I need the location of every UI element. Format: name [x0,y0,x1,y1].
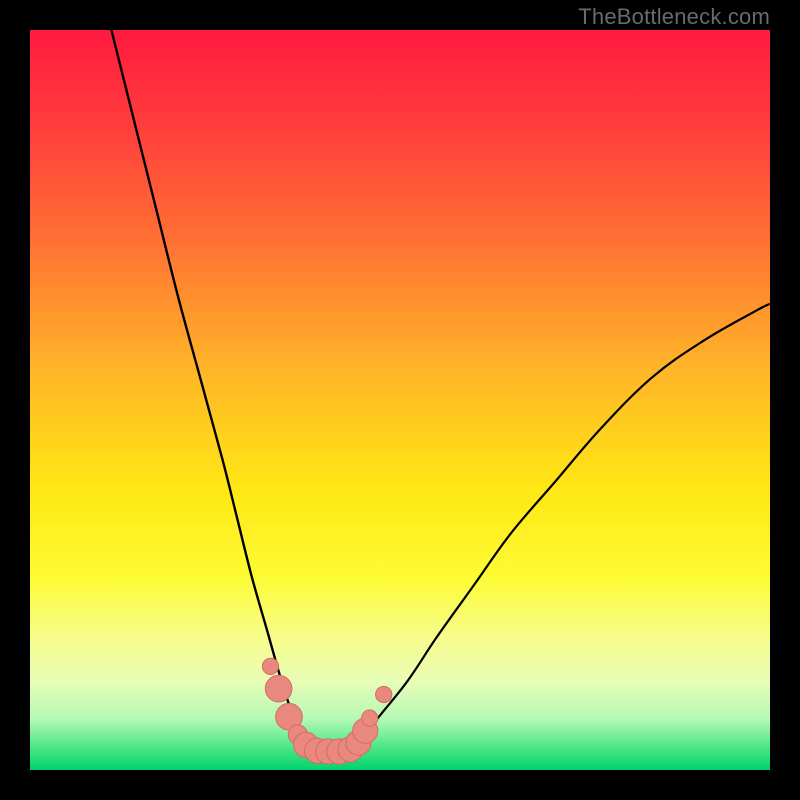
data-marker [265,675,292,702]
curve-left-branch [111,30,307,748]
chart-frame: TheBottleneck.com [0,0,800,800]
bottleneck-curve [30,30,770,770]
marker-group [262,658,392,764]
watermark-text: TheBottleneck.com [578,4,770,30]
data-marker [376,686,392,702]
plot-area [30,30,770,770]
data-marker [362,710,378,726]
data-marker [262,658,278,674]
curve-right-branch [356,304,770,748]
